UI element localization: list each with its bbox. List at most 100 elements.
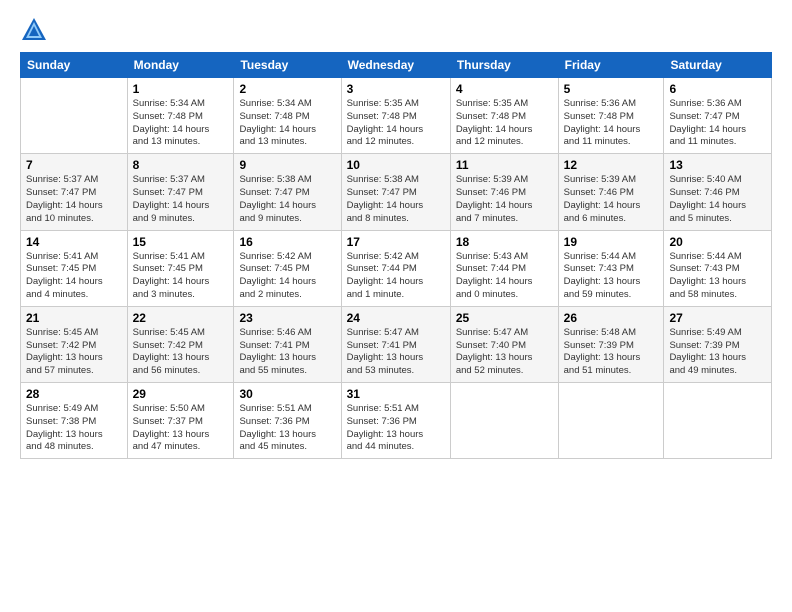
day-info: Sunrise: 5:39 AM Sunset: 7:46 PM Dayligh… xyxy=(456,174,553,225)
day-info: Sunrise: 5:50 AM Sunset: 7:37 PM Dayligh… xyxy=(133,403,229,454)
day-info: Sunrise: 5:44 AM Sunset: 7:43 PM Dayligh… xyxy=(669,251,766,302)
calendar-cell: 27 Sunrise: 5:49 AM Sunset: 7:39 PM Dayli… xyxy=(664,306,772,382)
col-header-monday: Monday xyxy=(127,53,234,78)
day-info: Sunrise: 5:45 AM Sunset: 7:42 PM Dayligh… xyxy=(26,327,122,378)
calendar-cell: 22 Sunrise: 5:45 AM Sunset: 7:42 PM Dayli… xyxy=(127,306,234,382)
calendar-cell: 13 Sunrise: 5:40 AM Sunset: 7:46 PM Dayli… xyxy=(664,154,772,230)
calendar-cell: 21 Sunrise: 5:45 AM Sunset: 7:42 PM Dayli… xyxy=(21,306,128,382)
day-number: 3 xyxy=(347,82,445,96)
day-info: Sunrise: 5:39 AM Sunset: 7:46 PM Dayligh… xyxy=(564,174,659,225)
day-number: 6 xyxy=(669,82,766,96)
week-row-2: 7Sunrise: 5:37 AM Sunset: 7:47 PM Daylig… xyxy=(21,154,772,230)
day-info: Sunrise: 5:47 AM Sunset: 7:41 PM Dayligh… xyxy=(347,327,445,378)
day-info: Sunrise: 5:40 AM Sunset: 7:46 PM Dayligh… xyxy=(669,174,766,225)
day-info: Sunrise: 5:42 AM Sunset: 7:44 PM Dayligh… xyxy=(347,251,445,302)
day-info: Sunrise: 5:45 AM Sunset: 7:42 PM Dayligh… xyxy=(133,327,229,378)
day-number: 30 xyxy=(239,387,335,401)
header xyxy=(20,16,772,44)
day-info: Sunrise: 5:41 AM Sunset: 7:45 PM Dayligh… xyxy=(133,251,229,302)
calendar-cell: 26 Sunrise: 5:48 AM Sunset: 7:39 PM Dayli… xyxy=(558,306,664,382)
calendar-cell: 14 Sunrise: 5:41 AM Sunset: 7:45 PM Dayli… xyxy=(21,230,128,306)
day-info: Sunrise: 5:42 AM Sunset: 7:45 PM Dayligh… xyxy=(239,251,335,302)
day-number: 21 xyxy=(26,311,122,325)
day-number: 19 xyxy=(564,235,659,249)
day-info: Sunrise: 5:35 AM Sunset: 7:48 PM Dayligh… xyxy=(347,98,445,149)
day-info: Sunrise: 5:41 AM Sunset: 7:45 PM Dayligh… xyxy=(26,251,122,302)
calendar-cell: 9 Sunrise: 5:38 AM Sunset: 7:47 PM Daylig… xyxy=(234,154,341,230)
logo xyxy=(20,16,52,44)
col-header-sunday: Sunday xyxy=(21,53,128,78)
week-row-1: 1 Sunrise: 5:34 AM Sunset: 7:48 PM Daylig… xyxy=(21,78,772,154)
calendar-cell xyxy=(21,78,128,154)
week-row-3: 14 Sunrise: 5:41 AM Sunset: 7:45 PM Dayli… xyxy=(21,230,772,306)
day-info: Sunrise: 5:36 AM Sunset: 7:48 PM Dayligh… xyxy=(564,98,659,149)
calendar-cell: 11 Sunrise: 5:39 AM Sunset: 7:46 PM Dayli… xyxy=(450,154,558,230)
calendar-cell xyxy=(558,383,664,459)
calendar-cell: 4 Sunrise: 5:35 AM Sunset: 7:48 PM Daylig… xyxy=(450,78,558,154)
day-number: 11 xyxy=(456,158,553,172)
day-number: 10 xyxy=(347,158,445,172)
day-info: Sunrise: 5:43 AM Sunset: 7:44 PM Dayligh… xyxy=(456,251,553,302)
calendar-cell: 15 Sunrise: 5:41 AM Sunset: 7:45 PM Dayli… xyxy=(127,230,234,306)
page: SundayMondayTuesdayWednesdayThursdayFrid… xyxy=(0,0,792,471)
calendar-cell: 10Sunrise: 5:38 AM Sunset: 7:47 PM Dayli… xyxy=(341,154,450,230)
day-info: Sunrise: 5:36 AM Sunset: 7:47 PM Dayligh… xyxy=(669,98,766,149)
week-row-4: 21 Sunrise: 5:45 AM Sunset: 7:42 PM Dayli… xyxy=(21,306,772,382)
day-number: 1 xyxy=(133,82,229,96)
day-info: Sunrise: 5:37 AM Sunset: 7:47 PM Dayligh… xyxy=(26,174,122,225)
logo-icon xyxy=(20,16,48,44)
calendar-cell: 30Sunrise: 5:51 AM Sunset: 7:36 PM Dayli… xyxy=(234,383,341,459)
calendar-cell xyxy=(664,383,772,459)
calendar-cell xyxy=(450,383,558,459)
calendar-cell: 5Sunrise: 5:36 AM Sunset: 7:48 PM Daylig… xyxy=(558,78,664,154)
calendar-cell: 19 Sunrise: 5:44 AM Sunset: 7:43 PM Dayli… xyxy=(558,230,664,306)
day-number: 18 xyxy=(456,235,553,249)
col-header-saturday: Saturday xyxy=(664,53,772,78)
day-number: 15 xyxy=(133,235,229,249)
calendar-cell: 23Sunrise: 5:46 AM Sunset: 7:41 PM Dayli… xyxy=(234,306,341,382)
day-number: 4 xyxy=(456,82,553,96)
calendar-cell: 31Sunrise: 5:51 AM Sunset: 7:36 PM Dayli… xyxy=(341,383,450,459)
calendar-cell: 18 Sunrise: 5:43 AM Sunset: 7:44 PM Dayli… xyxy=(450,230,558,306)
header-row: SundayMondayTuesdayWednesdayThursdayFrid… xyxy=(21,53,772,78)
day-info: Sunrise: 5:49 AM Sunset: 7:39 PM Dayligh… xyxy=(669,327,766,378)
day-number: 2 xyxy=(239,82,335,96)
day-number: 17 xyxy=(347,235,445,249)
calendar-cell: 17 Sunrise: 5:42 AM Sunset: 7:44 PM Dayli… xyxy=(341,230,450,306)
calendar-cell: 3 Sunrise: 5:35 AM Sunset: 7:48 PM Daylig… xyxy=(341,78,450,154)
calendar-table: SundayMondayTuesdayWednesdayThursdayFrid… xyxy=(20,52,772,459)
calendar-cell: 24 Sunrise: 5:47 AM Sunset: 7:41 PM Dayli… xyxy=(341,306,450,382)
calendar-cell: 28 Sunrise: 5:49 AM Sunset: 7:38 PM Dayli… xyxy=(21,383,128,459)
day-info: Sunrise: 5:35 AM Sunset: 7:48 PM Dayligh… xyxy=(456,98,553,149)
day-info: Sunrise: 5:34 AM Sunset: 7:48 PM Dayligh… xyxy=(133,98,229,149)
day-number: 24 xyxy=(347,311,445,325)
calendar-cell: 25Sunrise: 5:47 AM Sunset: 7:40 PM Dayli… xyxy=(450,306,558,382)
day-number: 13 xyxy=(669,158,766,172)
day-info: Sunrise: 5:38 AM Sunset: 7:47 PM Dayligh… xyxy=(239,174,335,225)
calendar-cell: 7Sunrise: 5:37 AM Sunset: 7:47 PM Daylig… xyxy=(21,154,128,230)
week-row-5: 28 Sunrise: 5:49 AM Sunset: 7:38 PM Dayli… xyxy=(21,383,772,459)
day-info: Sunrise: 5:44 AM Sunset: 7:43 PM Dayligh… xyxy=(564,251,659,302)
day-number: 16 xyxy=(239,235,335,249)
calendar-cell: 12 Sunrise: 5:39 AM Sunset: 7:46 PM Dayli… xyxy=(558,154,664,230)
day-info: Sunrise: 5:47 AM Sunset: 7:40 PM Dayligh… xyxy=(456,327,553,378)
calendar-cell: 20 Sunrise: 5:44 AM Sunset: 7:43 PM Dayli… xyxy=(664,230,772,306)
calendar-cell: 2 Sunrise: 5:34 AM Sunset: 7:48 PM Daylig… xyxy=(234,78,341,154)
day-info: Sunrise: 5:37 AM Sunset: 7:47 PM Dayligh… xyxy=(133,174,229,225)
day-number: 27 xyxy=(669,311,766,325)
day-info: Sunrise: 5:34 AM Sunset: 7:48 PM Dayligh… xyxy=(239,98,335,149)
day-info: Sunrise: 5:48 AM Sunset: 7:39 PM Dayligh… xyxy=(564,327,659,378)
day-number: 22 xyxy=(133,311,229,325)
day-number: 9 xyxy=(239,158,335,172)
calendar-cell: 6 Sunrise: 5:36 AM Sunset: 7:47 PM Daylig… xyxy=(664,78,772,154)
day-number: 14 xyxy=(26,235,122,249)
day-number: 26 xyxy=(564,311,659,325)
day-number: 28 xyxy=(26,387,122,401)
day-number: 8 xyxy=(133,158,229,172)
day-number: 12 xyxy=(564,158,659,172)
day-number: 20 xyxy=(669,235,766,249)
day-number: 29 xyxy=(133,387,229,401)
col-header-thursday: Thursday xyxy=(450,53,558,78)
calendar-cell: 29 Sunrise: 5:50 AM Sunset: 7:37 PM Dayli… xyxy=(127,383,234,459)
day-info: Sunrise: 5:49 AM Sunset: 7:38 PM Dayligh… xyxy=(26,403,122,454)
